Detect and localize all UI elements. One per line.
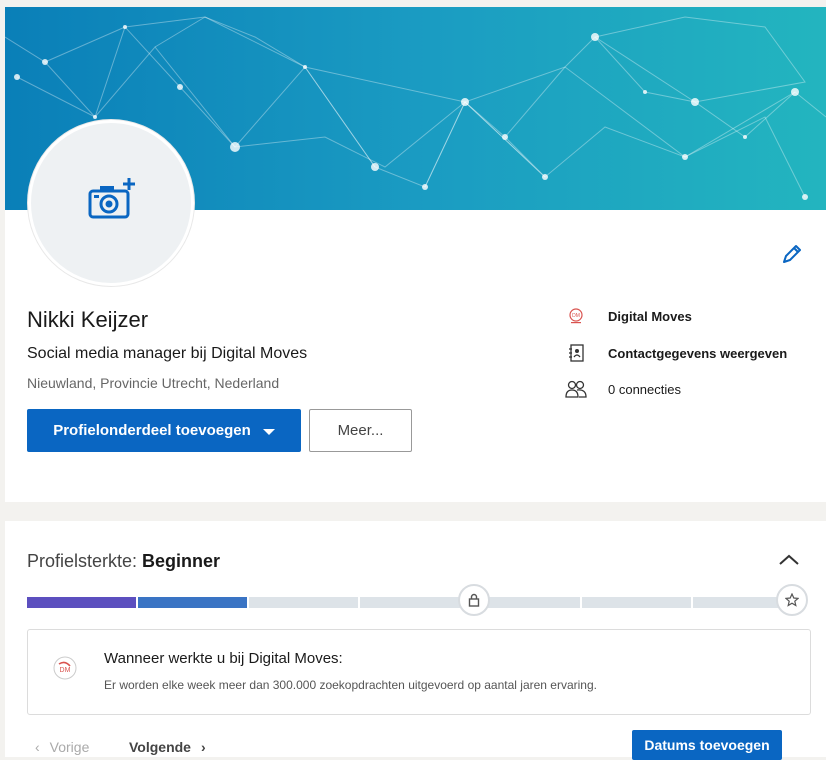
profile-name: Nikki Keijzer: [27, 307, 149, 332]
suggestion-text: Er worden elke week meer dan 300.000 zoe…: [104, 678, 597, 692]
connections-count: 0 connecties: [608, 381, 681, 397]
strength-segment: [138, 597, 247, 608]
chevron-up-icon[interactable]: [777, 551, 801, 567]
add-profile-section-button[interactable]: Profielonderdeel toevoegen: [27, 409, 301, 452]
goal-marker: [776, 584, 808, 616]
more-button[interactable]: Meer...: [309, 409, 412, 452]
profile-strength-card: Profielsterkte: Beginner DM Wanneer werk…: [5, 521, 826, 760]
chevron-right-icon: ›: [200, 739, 206, 755]
star-icon: [785, 593, 799, 607]
company-logo-icon: DM: [565, 306, 587, 326]
address-book-icon: [565, 343, 587, 363]
svg-text:DM: DM: [60, 667, 71, 674]
suggestion-box: DM Wanneer werkte u bij Digital Moves: E…: [27, 629, 811, 715]
profile-avatar-upload[interactable]: [28, 120, 194, 286]
suggestion-title: Wanneer werkte u bij Digital Moves:: [104, 650, 343, 667]
profile-strength-meter: [27, 597, 802, 608]
profile-strength-label: Profielsterkte:: [27, 551, 143, 571]
company-name: Digital Moves: [608, 308, 692, 324]
people-icon: [565, 379, 587, 399]
strength-segment: [582, 597, 691, 608]
profile-top-card: Nikki Keijzer Social media manager bij D…: [5, 7, 826, 502]
caret-down-icon: [262, 428, 275, 435]
next-button[interactable]: Volgende ›: [129, 739, 206, 755]
strength-segment: [249, 597, 358, 608]
strength-segment: [27, 597, 136, 608]
previous-button[interactable]: ‹ Vorige: [35, 739, 89, 755]
contact-info-link[interactable]: Contactgegevens weergeven: [565, 343, 787, 363]
company-link[interactable]: DM Digital Moves: [565, 306, 692, 326]
contact-info-label: Contactgegevens weergeven: [608, 345, 788, 361]
profile-strength-level: Beginner: [142, 551, 221, 571]
previous-label: Vorige: [49, 739, 90, 755]
profile-location: Nieuwland, Provincie Utrecht, Nederland: [27, 375, 280, 391]
lock-icon: [468, 593, 480, 607]
add-dates-button[interactable]: Datums toevoegen: [632, 730, 782, 760]
add-profile-section-label: Profielonderdeel toevoegen: [53, 422, 251, 439]
chevron-left-icon: ‹: [35, 739, 40, 755]
milestone-marker: [458, 584, 490, 616]
strength-segment: [360, 597, 469, 608]
company-logo-icon: DM: [53, 656, 77, 680]
pencil-icon[interactable]: [781, 243, 803, 265]
next-label: Volgende: [129, 739, 191, 755]
camera-plus-icon: [88, 178, 135, 219]
profile-strength-title: Profielsterkte: Beginner: [27, 551, 220, 572]
svg-text:DM: DM: [572, 313, 580, 319]
profile-headline: Social media manager bij Digital Moves: [27, 345, 308, 362]
connections-link[interactable]: 0 connecties: [565, 379, 681, 399]
